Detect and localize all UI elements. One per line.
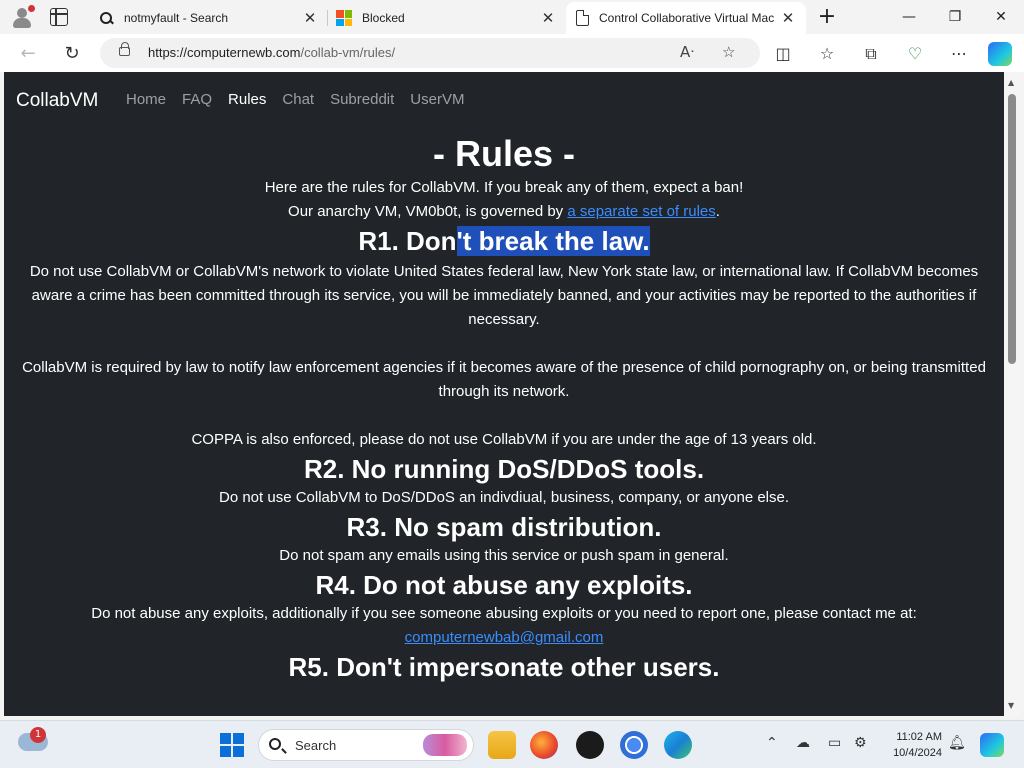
intro-line-2: Our anarchy VM, VM0b0t, is governed by a… <box>4 200 1004 224</box>
page-title: - Rules - <box>432 133 575 174</box>
show-hidden-icons-icon[interactable]: ⌃ <box>766 735 778 751</box>
display-icon[interactable]: ▭ <box>828 735 841 751</box>
search-icon <box>98 10 114 26</box>
read-aloud-icon[interactable]: Aᐧ <box>680 43 694 61</box>
browser-toolbar: ← ↻ https://computernewb.com/collab-vm/r… <box>0 34 1024 72</box>
intro-line-1: Here are the rules for CollabVM. If you … <box>264 179 744 196</box>
browser-essentials-icon[interactable]: ♡ <box>904 43 926 65</box>
nav-chat[interactable]: Chat <box>282 91 314 108</box>
system-clock[interactable]: 11:02 AM 10/4/2024 <box>878 729 942 761</box>
close-icon[interactable]: ✕ <box>302 9 318 27</box>
rule-heading-r3: R3. No spam distribution. <box>346 512 662 542</box>
tab-blocked[interactable]: Blocked ✕ <box>326 2 566 34</box>
notification-badge: 1 <box>30 727 46 743</box>
nav-faq[interactable]: FAQ <box>182 91 212 108</box>
close-icon[interactable]: ✕ <box>780 9 796 27</box>
rule-r1-para-3: COPPA is also enforced, please do not us… <box>191 431 817 448</box>
url-text[interactable]: https://computernewb.com/collab-vm/rules… <box>148 45 395 60</box>
rule-r1-para-2: CollabVM is required by law to notify la… <box>22 359 986 400</box>
rule-r4-para: Do not abuse any exploits, additionally … <box>91 605 917 622</box>
url-path: /collab-vm/rules/ <box>300 45 396 60</box>
page-scrollbar[interactable]: ▲ ▼ <box>1004 72 1020 716</box>
rule-heading-r4: R4. Do not abuse any exploits. <box>315 570 693 600</box>
copilot-taskbar-icon[interactable] <box>980 733 1004 757</box>
back-button[interactable]: ← <box>14 40 42 68</box>
site-nav: Home FAQ Rules Chat Subreddit UserVM <box>126 91 464 108</box>
clock-time: 11:02 AM <box>896 731 942 743</box>
taskbar: 1 Search ⌃ ☁ ▭ ⚙ 11:02 AM 10/4/2024 🔔︎ <box>0 720 1024 768</box>
nav-home[interactable]: Home <box>126 91 166 108</box>
accessibility-icon[interactable]: ⚙ <box>854 735 867 751</box>
nav-uservm[interactable]: UserVM <box>410 91 464 108</box>
scroll-thumb[interactable] <box>1008 94 1016 364</box>
edge-icon[interactable] <box>664 731 692 759</box>
taskbar-search[interactable]: Search <box>258 729 474 761</box>
microsoft-logo-icon <box>336 10 352 26</box>
search-icon <box>269 738 281 750</box>
contact-email-link[interactable]: computernewbab@gmail.com <box>405 629 604 646</box>
nav-rules[interactable]: Rules <box>228 91 266 108</box>
tab-title: notmyfault - Search <box>124 11 229 25</box>
page-viewport: CollabVM Home FAQ Rules Chat Subreddit U… <box>4 72 1004 716</box>
favorite-star-icon[interactable]: ☆ <box>722 43 735 61</box>
profile-icon[interactable] <box>10 5 35 29</box>
url-host: https://computernewb.com <box>148 45 301 60</box>
refresh-button[interactable]: ↻ <box>58 40 86 68</box>
intro-suffix: . <box>715 203 720 220</box>
tab-actions-icon[interactable] <box>50 8 68 26</box>
rules-content: - Rules - Here are the rules for CollabV… <box>4 130 1004 684</box>
close-icon[interactable]: ✕ <box>540 9 556 27</box>
selected-text: 't break the law. <box>456 226 650 256</box>
lock-icon[interactable] <box>119 42 130 56</box>
page-icon <box>576 10 589 26</box>
rule-r2-para: Do not use CollabVM to DoS/DDoS an indiv… <box>218 489 790 506</box>
collections-icon[interactable]: ⧉ <box>860 43 882 65</box>
tab-search[interactable]: notmyfault - Search ✕ <box>88 2 328 34</box>
search-highlight-icon <box>423 734 467 756</box>
close-window-button[interactable]: ✕ <box>978 0 1024 34</box>
scroll-down-icon[interactable]: ▼ <box>1008 701 1014 710</box>
firefox-icon[interactable] <box>530 731 558 759</box>
tab-strip: notmyfault - Search ✕ Blocked ✕ Control … <box>0 0 1024 34</box>
rule-r1-para-1: Do not use CollabVM or CollabVM's networ… <box>29 263 979 328</box>
scroll-up-icon[interactable]: ▲ <box>1008 78 1014 87</box>
tab-title: Control Collaborative Virtual Mac <box>599 11 775 25</box>
tab-collabvm-active[interactable]: Control Collaborative Virtual Mac ✕ <box>566 2 806 34</box>
rule-heading-r2: R2. No running DoS/DDoS tools. <box>303 454 705 484</box>
rule-r3-para: Do not spam any emails using this servic… <box>279 547 729 564</box>
copilot-icon[interactable] <box>988 42 1012 66</box>
site-navbar: CollabVM Home FAQ Rules Chat Subreddit U… <box>4 72 1004 130</box>
restore-button[interactable]: ❐ <box>932 0 978 34</box>
rule-r4-email: computernewbab@gmail.com <box>4 626 1004 650</box>
more-menu-icon[interactable]: ⋯ <box>948 43 970 65</box>
intro-text: Here are the rules for CollabVM. If you … <box>4 176 1004 224</box>
new-tab-button[interactable]: + <box>816 4 838 30</box>
intro-prefix: Our anarchy VM, VM0b0t, is governed by <box>288 203 568 220</box>
nav-subreddit[interactable]: Subreddit <box>330 91 394 108</box>
rule-heading-r1: R1. Don't break the law. <box>4 224 1004 258</box>
address-bar[interactable]: https://computernewb.com/collab-vm/rules… <box>100 38 760 68</box>
separate-rules-link[interactable]: a separate set of rules <box>567 203 715 220</box>
network-icon[interactable]: ☁ <box>796 735 810 751</box>
favorites-icon[interactable]: ☆ <box>816 43 838 65</box>
rule-heading-r5: R5. Don't impersonate other users. <box>288 652 720 682</box>
start-button[interactable] <box>220 733 244 757</box>
minimize-button[interactable]: — <box>886 0 932 34</box>
split-screen-icon[interactable]: ◫ <box>772 43 794 65</box>
tab-title: Blocked <box>362 11 405 25</box>
media-player-icon[interactable] <box>576 731 604 759</box>
site-brand[interactable]: CollabVM <box>16 90 98 112</box>
taskbar-search-label: Search <box>295 738 337 753</box>
notifications-icon[interactable]: 🔔︎ <box>948 735 966 751</box>
file-explorer-icon[interactable] <box>488 731 516 759</box>
chrome-icon[interactable] <box>620 731 648 759</box>
rule-heading-text: R1. Don <box>358 226 457 256</box>
clock-date: 10/4/2024 <box>893 747 942 759</box>
